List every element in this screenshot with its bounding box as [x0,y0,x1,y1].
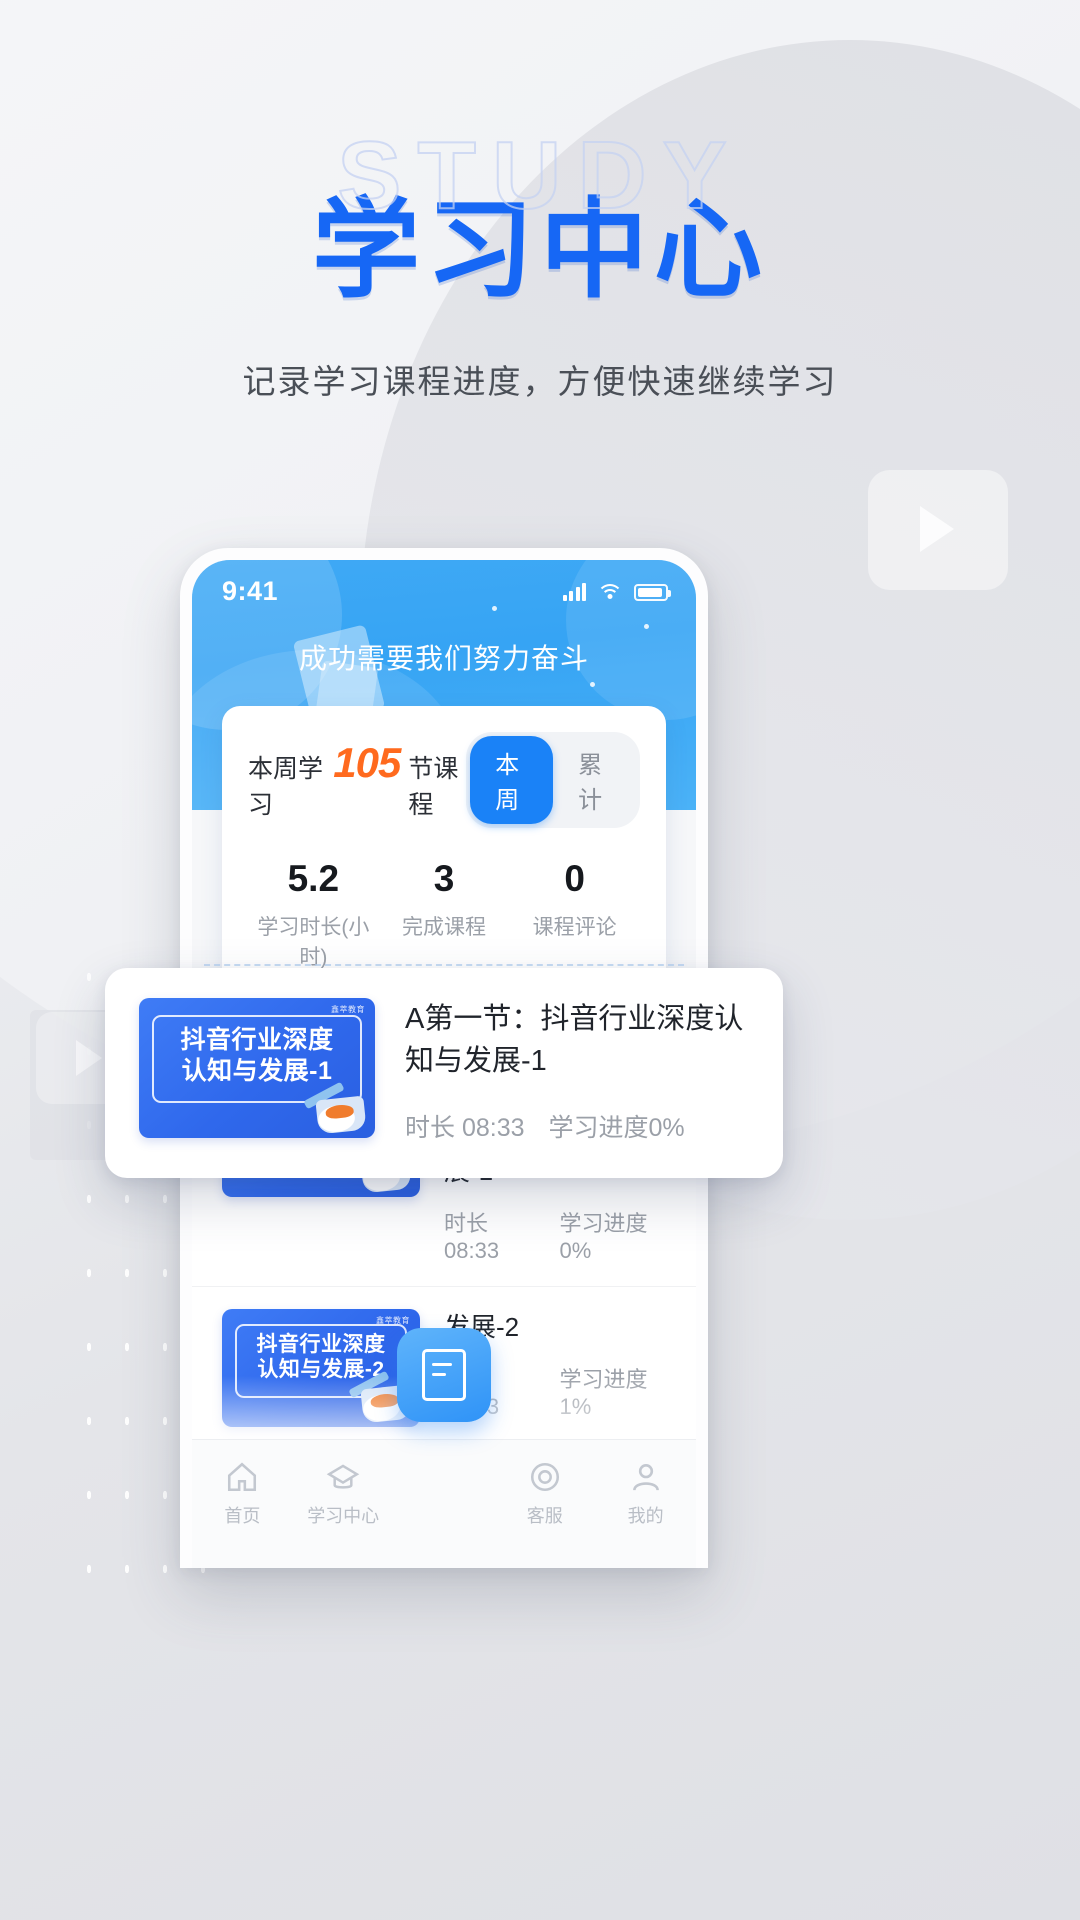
tab-study-center[interactable]: 学习中心 [293,1456,394,1528]
metric-course-comments: 0 课程评论 [509,860,640,971]
status-bar: 9:41 [192,560,696,607]
stats-card: 本周学习 105 节课程 本周 累计 5.2 学习时长(小时) 3 完成课程 0… [222,706,666,993]
section-divider [204,964,684,966]
period-toggle[interactable]: 本周 累计 [466,732,640,828]
metric-study-hours: 5.2 学习时长(小时) [248,860,379,971]
metric-label: 课程评论 [532,916,617,939]
user-icon [595,1456,696,1498]
metric-completed-courses: 3 完成课程 [379,860,510,971]
graduation-cap-icon [293,1456,394,1498]
course-progress: 学习进度0% [559,1210,648,1263]
play-button-icon [868,470,1008,590]
course-stats: 时长 08:33 学习进度0% [405,1108,749,1144]
thumbnail-caption: 抖音行业深度 认知与发展-2 [256,1332,386,1382]
metric-value: 5.2 [287,858,340,899]
weekly-summary: 本周学习 105 节课程 [248,739,466,821]
status-bar-icons [562,582,671,601]
tab-label: 客服 [526,1506,563,1526]
course-title: A第一节：抖音行业深度认知与发展-1 [405,1003,744,1078]
tab-home[interactable]: 首页 [192,1456,293,1528]
course-duration: 时长 08:33 [444,1210,500,1263]
app-slogan: 成功需要我们努力奋斗 [298,643,589,674]
weekly-summary-suffix: 节课程 [408,755,459,819]
thumbnail-caption: 抖音行业深度认知与发展-1 [180,1026,334,1085]
metric-label: 学习时长(小时) [257,916,370,969]
course-progress: 学习进度0% [548,1114,685,1143]
cup-icon [315,1095,367,1135]
tab-label: 学习中心 [307,1506,380,1526]
weekly-summary-prefix: 本周学习 [248,755,324,819]
course-thumbnail: 鑫萃教育 抖音行业深度 认知与发展-2 [222,1308,420,1427]
wifi-icon [597,583,623,601]
document-icon [421,1349,466,1401]
sparkle-icon [644,624,649,629]
tab-label: 首页 [224,1506,261,1526]
course-thumbnail: 鑫萃教育 抖音行业深度认知与发展-1 [139,998,375,1138]
weekly-lesson-count: 105 [333,739,401,786]
course-duration: 时长 08:33 [405,1114,525,1143]
hero-section: STUDY 学习中心 记录学习课程进度，方便快速继续学习 [0,122,1080,403]
signal-bars-icon [562,582,586,601]
battery-icon [634,583,671,601]
thumbnail-tag: 鑫萃教育 [331,1005,365,1014]
tab-profile[interactable]: 我的 [595,1456,696,1528]
tab-label: 我的 [627,1506,664,1526]
metric-value: 0 [564,858,585,899]
toggle-option-week[interactable]: 本周 [470,736,554,824]
stats-metrics-row: 5.2 学习时长(小时) 3 完成课程 0 课程评论 [248,860,640,971]
status-bar-time: 9:41 [222,576,279,606]
sparkle-icon [590,682,595,687]
document-fab-button[interactable] [396,1328,491,1422]
course-meta: A第一节：抖音行业深度认知与发展-1 时长 08:33 学习进度0% [405,998,749,1144]
course-progress: 学习进度1% [559,1366,648,1419]
metric-label: 完成课程 [402,916,486,939]
tab-support[interactable]: 客服 [494,1456,595,1528]
bottom-navigation: 首页 学习中心 客服 我的 [192,1328,696,1568]
metric-value: 3 [433,858,455,899]
hero-outline-text: STUDY [336,122,743,229]
home-icon [192,1456,293,1498]
course-stats: 时长 08:33 学习进度0% [444,1206,666,1264]
headset-icon [494,1456,595,1498]
stats-card-header: 本周学习 105 节课程 本周 累计 [248,732,640,828]
hero-subtitle: 记录学习课程进度，方便快速继续学习 [242,363,838,400]
highlighted-course-card[interactable]: 鑫萃教育 抖音行业深度 认知与发展-1 A第一节：抖音行业深度认知与发展-1 时长… [105,968,783,1179]
toggle-option-total[interactable]: 累计 [553,736,636,824]
